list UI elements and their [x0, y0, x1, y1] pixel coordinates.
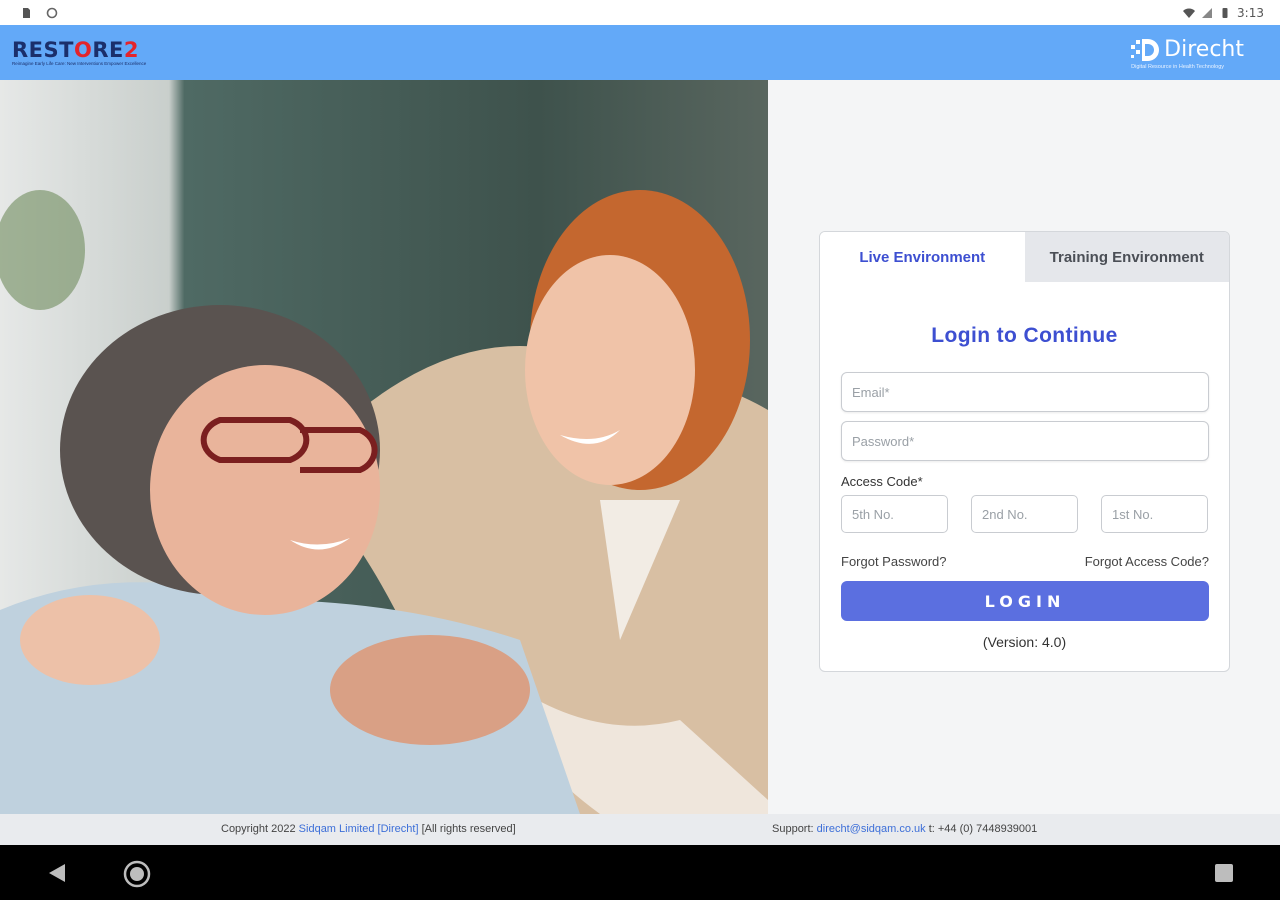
footer-copyright: Copyright 2022 Sidqam Limited [Direcht] … [221, 823, 516, 835]
login-title: Login to Continue [931, 324, 1118, 347]
restore2-logo-text: RESTORE2 [12, 37, 139, 62]
company-link[interactable]: Sidqam Limited [Direcht] [299, 823, 419, 835]
caregiver-photo-illustration [0, 80, 768, 814]
status-time: 3:13 [1237, 5, 1264, 20]
email-input[interactable] [841, 372, 1209, 412]
direcht-logo: Direcht Digital Resource in Health Techn… [1129, 36, 1244, 70]
wifi-icon [1183, 8, 1196, 18]
version-text: (Version: 4.0) [982, 634, 1067, 650]
password-input[interactable] [841, 421, 1209, 461]
login-card: Live Environment Training Environment Lo… [819, 231, 1230, 672]
login-area: Live Environment Training Environment Lo… [768, 80, 1280, 814]
direcht-tagline: Digital Resource in Health Technology [1131, 63, 1225, 70]
access-code-5th-input[interactable] [841, 495, 948, 533]
support-email-link[interactable]: direcht@sidqam.co.uk [817, 823, 926, 835]
status-bar: 3:13 [0, 0, 1280, 25]
footer: Copyright 2022 Sidqam Limited [Direcht] … [0, 814, 1280, 845]
environment-tabs: Live Environment Training Environment [820, 232, 1229, 282]
access-code-label: Access Code* [841, 474, 923, 489]
forgot-links: Forgot Password? Forgot Access Code? [841, 554, 1209, 569]
access-code-1st-input[interactable] [1101, 495, 1208, 533]
login-button[interactable]: LOGIN [841, 581, 1209, 621]
home-icon[interactable] [123, 860, 151, 888]
access-code-2nd-input[interactable] [971, 495, 1078, 533]
restore2-tagline: Reimagine Early Life Care: New Intervent… [12, 60, 147, 66]
status-left-icons [20, 7, 58, 19]
footer-support: Support: direcht@sidqam.co.uk t: +44 (0)… [772, 823, 1037, 835]
copyright-text: Copyright 2022 [221, 823, 296, 835]
support-phone: t: +44 (0) 7448939001 [928, 823, 1038, 835]
navigation-bar [0, 845, 1280, 900]
support-label: Support: [772, 823, 814, 835]
app-header: RESTORE2 Reimagine Early Life Care: New … [0, 25, 1280, 80]
rights-text: [All rights reserved] [421, 823, 516, 835]
tab-training-environment[interactable]: Training Environment [1024, 232, 1229, 282]
hero-photo [0, 80, 768, 814]
direcht-name: Direcht [1164, 36, 1244, 62]
status-right-icons: 3:13 [1183, 6, 1264, 20]
recent-apps-icon[interactable] [1215, 864, 1233, 882]
sync-icon [46, 7, 58, 18]
battery-icon [1222, 7, 1228, 18]
forgot-password-link[interactable]: Forgot Password? [841, 554, 947, 569]
direcht-mark-icon [1131, 38, 1160, 61]
sd-card-icon [23, 7, 30, 18]
restore2-logo: RESTORE2 Reimagine Early Life Care: New … [12, 39, 146, 67]
tab-live-environment[interactable]: Live Environment [820, 232, 1025, 282]
forgot-access-code-link[interactable]: Forgot Access Code? [1085, 554, 1209, 569]
back-icon[interactable] [48, 863, 66, 883]
cell-signal-icon [1202, 7, 1213, 18]
